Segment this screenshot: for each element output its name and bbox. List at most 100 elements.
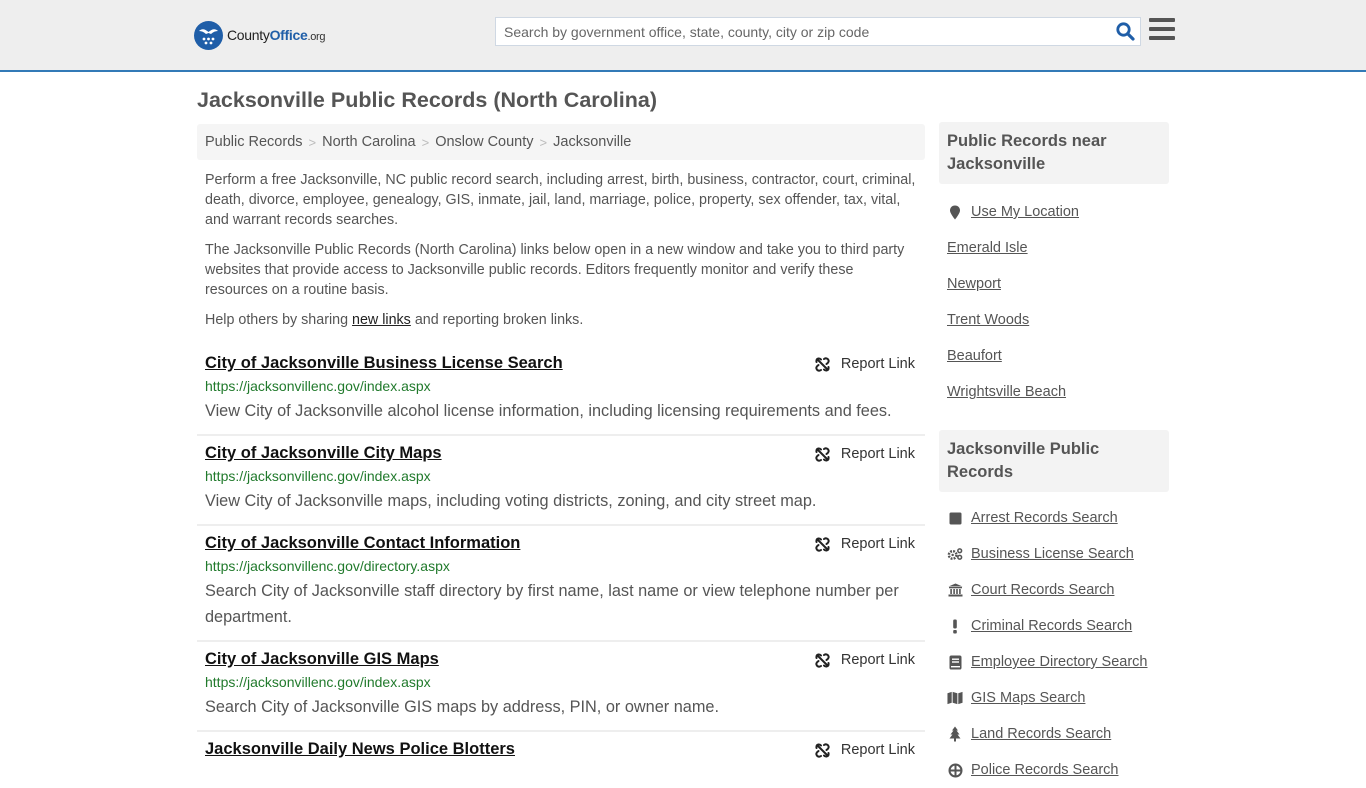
search-icon <box>1115 22 1135 41</box>
page-title: Jacksonville Public Records (North Carol… <box>197 88 657 112</box>
breadcrumb-north-carolina[interactable]: North Carolina <box>322 134 416 150</box>
police-icon <box>947 762 963 778</box>
hamburger-menu-icon[interactable] <box>1149 18 1175 42</box>
tree-icon <box>947 726 963 742</box>
records-list: City of Jacksonville Business License Se… <box>197 346 925 769</box>
nearby-link-trent-woods[interactable]: Trent Woods <box>947 312 1029 328</box>
breadcrumb-jacksonville[interactable]: Jacksonville <box>553 134 631 150</box>
map-icon <box>947 690 963 706</box>
category-item: Police Records Search <box>947 752 1161 788</box>
record-description: Search City of Jacksonville GIS maps by … <box>205 698 719 716</box>
intro-p3-text: Help others by sharing <box>205 312 353 328</box>
record-url: https://jacksonvillenc.gov/directory.asp… <box>205 558 450 574</box>
report-link-label: Report Link <box>840 652 915 668</box>
square-icon <box>947 510 963 526</box>
report-link-button[interactable]: Report Link <box>815 742 915 758</box>
breadcrumb-public-records[interactable]: Public Records <box>205 134 303 150</box>
report-link-button[interactable]: Report Link <box>815 356 915 372</box>
category-link-criminal[interactable]: Criminal Records Search <box>971 618 1132 634</box>
eagle-stars-badge-icon <box>194 20 223 50</box>
record-title-link[interactable]: City of Jacksonville Contact Information <box>205 533 520 553</box>
use-my-location-item: Use My Location <box>947 194 1161 230</box>
breadcrumb-onslow-county[interactable]: Onslow County <box>435 134 533 150</box>
breadcrumb-separator: > <box>308 134 317 150</box>
record-description: Search City of Jacksonville staff direct… <box>205 582 899 626</box>
broken-link-icon <box>815 536 830 552</box>
record-description: View City of Jacksonville maps, includin… <box>205 492 817 510</box>
courthouse-icon <box>947 582 963 598</box>
categories-list: Arrest Records Search Business License S… <box>939 500 1169 788</box>
site-search <box>495 17 1141 46</box>
record-title-link[interactable]: Jacksonville Daily News Police Blotters <box>205 739 515 759</box>
nearby-heading: Public Records near Jacksonville <box>939 122 1169 184</box>
report-link-label: Report Link <box>840 536 915 552</box>
category-link-land[interactable]: Land Records Search <box>971 726 1111 742</box>
intro-paragraph-1: Perform a free Jacksonville, NC public r… <box>205 172 916 228</box>
use-my-location-link[interactable]: Use My Location <box>971 204 1079 220</box>
record-url: https://jacksonvillenc.gov/index.aspx <box>205 674 431 690</box>
categories-heading: Jacksonville Public Records <box>939 430 1169 492</box>
category-item: Arrest Records Search <box>947 500 1161 536</box>
category-item: Business License Search <box>947 536 1161 572</box>
exclamation-icon <box>947 618 963 634</box>
category-item: Employee Directory Search <box>947 644 1161 680</box>
record-item: City of Jacksonville Contact Information… <box>197 526 925 642</box>
search-input[interactable] <box>496 18 1110 45</box>
intro-text: Perform a free Jacksonville, NC public r… <box>197 170 925 330</box>
nearby-link-newport[interactable]: Newport <box>947 276 1001 292</box>
category-link-court[interactable]: Court Records Search <box>971 582 1114 598</box>
broken-link-icon <box>815 446 830 462</box>
report-link-button[interactable]: Report Link <box>815 536 915 552</box>
logo-org: .org <box>307 31 326 43</box>
map-marker-icon <box>947 204 963 220</box>
category-item: Court Records Search <box>947 572 1161 608</box>
record-item: Jacksonville Daily News Police Blotters … <box>197 732 925 769</box>
logo-office: Office <box>269 27 308 43</box>
nearby-link-wrightsville-beach[interactable]: Wrightsville Beach <box>947 384 1066 400</box>
nearby-link-emerald-isle[interactable]: Emerald Isle <box>947 240 1028 256</box>
report-link-button[interactable]: Report Link <box>815 446 915 462</box>
record-item: City of Jacksonville City Maps Report Li… <box>197 436 925 526</box>
record-title-link[interactable]: City of Jacksonville City Maps <box>205 443 442 463</box>
nearby-item: Trent Woods <box>947 302 1161 338</box>
intro-paragraph-2: The Jacksonville Public Records (North C… <box>205 242 905 298</box>
category-link-arrest[interactable]: Arrest Records Search <box>971 510 1118 526</box>
category-item: Criminal Records Search <box>947 608 1161 644</box>
sidebar: Public Records near Jacksonville Use My … <box>939 122 1169 788</box>
breadcrumb-separator: > <box>539 134 548 150</box>
nearby-link-beaufort[interactable]: Beaufort <box>947 348 1002 364</box>
category-link-employee-directory[interactable]: Employee Directory Search <box>971 654 1148 670</box>
gears-icon <box>947 546 963 562</box>
search-button[interactable] <box>1110 18 1140 45</box>
category-link-gis-maps[interactable]: GIS Maps Search <box>971 690 1085 706</box>
book-icon <box>947 654 963 670</box>
nearby-list: Use My Location Emerald Isle Newport Tre… <box>939 194 1169 410</box>
nearby-item: Beaufort <box>947 338 1161 374</box>
report-link-button[interactable]: Report Link <box>815 652 915 668</box>
intro-paragraph-3: Help others by sharing new links and rep… <box>205 310 917 330</box>
record-item: City of Jacksonville Business License Se… <box>197 346 925 436</box>
report-link-label: Report Link <box>840 742 915 758</box>
nearby-item: Newport <box>947 266 1161 302</box>
broken-link-icon <box>815 742 830 758</box>
category-link-police[interactable]: Police Records Search <box>971 762 1119 778</box>
nearby-item: Wrightsville Beach <box>947 374 1161 410</box>
category-item: GIS Maps Search <box>947 680 1161 716</box>
breadcrumb: Public Records > North Carolina > Onslow… <box>197 124 925 160</box>
category-item: Land Records Search <box>947 716 1161 752</box>
main-content: Public Records > North Carolina > Onslow… <box>197 124 925 769</box>
report-link-label: Report Link <box>840 446 915 462</box>
nearby-item: Emerald Isle <box>947 230 1161 266</box>
category-link-business-license[interactable]: Business License Search <box>971 546 1134 562</box>
report-link-label: Report Link <box>840 356 915 372</box>
site-header: CountyOffice.org <box>0 0 1366 72</box>
record-url: https://jacksonvillenc.gov/index.aspx <box>205 378 431 394</box>
record-item: City of Jacksonville GIS Maps Report Lin… <box>197 642 925 732</box>
record-url: https://jacksonvillenc.gov/index.aspx <box>205 468 431 484</box>
record-description: View City of Jacksonville alcohol licens… <box>205 402 892 420</box>
new-links-link[interactable]: new links <box>352 312 411 328</box>
breadcrumb-separator: > <box>421 134 430 150</box>
record-title-link[interactable]: City of Jacksonville GIS Maps <box>205 649 439 669</box>
record-title-link[interactable]: City of Jacksonville Business License Se… <box>205 353 563 373</box>
site-logo[interactable]: CountyOffice.org <box>194 20 326 50</box>
